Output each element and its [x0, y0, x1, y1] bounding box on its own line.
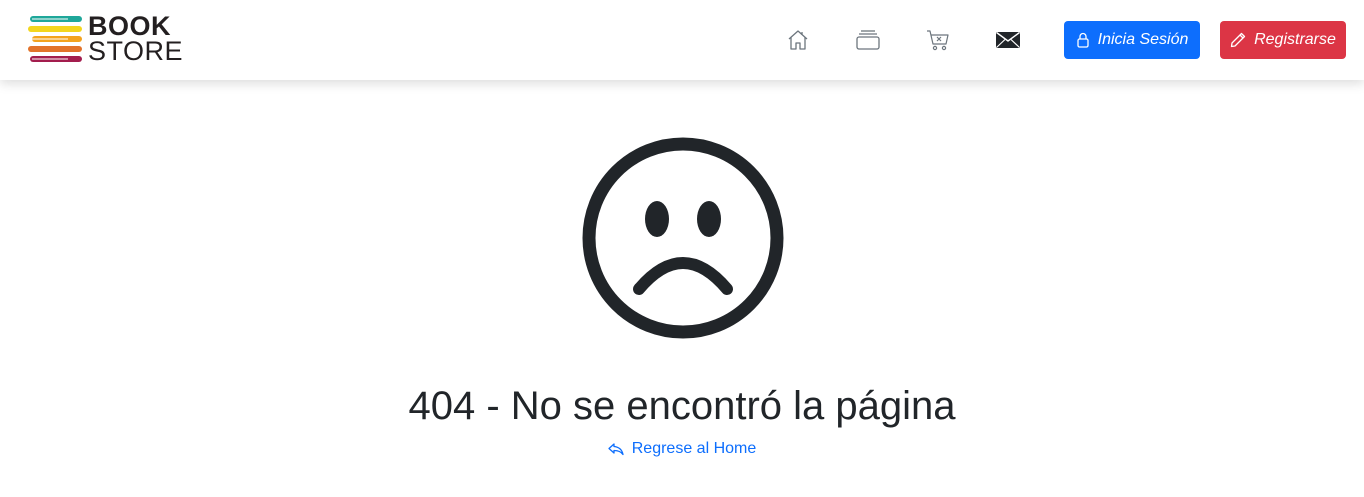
- register-button-label: Registrarse: [1254, 31, 1336, 48]
- reply-arrow-icon: [608, 443, 624, 456]
- error-title: 404 - No se encontró la página: [408, 384, 956, 428]
- login-button[interactable]: Inicia Sesión: [1064, 21, 1200, 59]
- lock-icon: [1076, 32, 1089, 48]
- login-button-label: Inicia Sesión: [1097, 31, 1189, 48]
- home-icon[interactable]: [786, 28, 812, 54]
- logo-text: BOOK STORE: [88, 13, 184, 66]
- cart-x-icon[interactable]: [926, 28, 952, 54]
- navbar: BOOK STORE Inicia Sesión Registrarse: [0, 0, 1364, 80]
- back-home-link[interactable]: Regrese al Home: [608, 438, 757, 460]
- register-button[interactable]: Registrarse: [1220, 21, 1346, 59]
- envelope-icon[interactable]: [996, 28, 1022, 54]
- pencil-icon: [1230, 32, 1246, 48]
- collection-icon[interactable]: [856, 28, 882, 54]
- back-home-label: Regrese al Home: [631, 440, 757, 457]
- logo-line-store: STORE: [88, 36, 184, 66]
- bookstore-logo[interactable]: BOOK STORE: [28, 13, 183, 66]
- sad-face-icon: [582, 137, 784, 339]
- book-stack-logo-icon: [28, 16, 82, 62]
